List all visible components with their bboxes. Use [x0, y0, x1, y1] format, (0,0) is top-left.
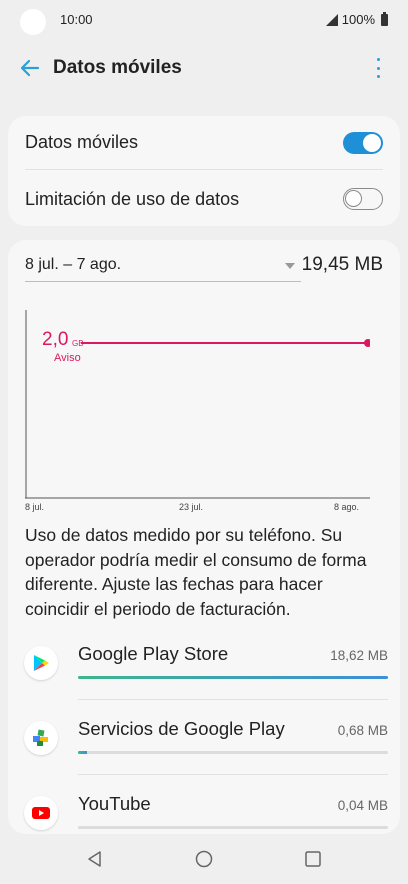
- usage-note: Uso de datos medido por su teléfono. Su …: [25, 525, 367, 619]
- page-title: Datos móviles: [53, 57, 182, 78]
- data-limit-toggle[interactable]: [343, 188, 383, 210]
- period-label: 8 jul. – 7 ago.: [25, 256, 122, 273]
- home-circle-icon[interactable]: [194, 849, 214, 869]
- data-limit-row[interactable]: Limitación de uso de datos: [25, 172, 383, 226]
- status-indicators: 100%: [325, 11, 388, 27]
- warning-value: 2,0: [42, 329, 69, 350]
- back-arrow-icon[interactable]: [16, 54, 44, 82]
- youtube-icon: [24, 796, 58, 830]
- warning-unit: GB: [72, 339, 84, 348]
- app-row-google-play-store[interactable]: Google Play Store 18,62 MB: [20, 626, 388, 700]
- app-usage-bar: [78, 676, 388, 679]
- google-play-services-icon: [24, 721, 58, 755]
- google-play-store-icon: [24, 646, 58, 680]
- period-total: 19,45 MB: [301, 254, 383, 275]
- app-size: 18,62 MB: [330, 648, 388, 663]
- data-limit-label: Limitación de uso de datos: [25, 188, 240, 209]
- warning-label: Aviso: [54, 352, 81, 364]
- warning-handle[interactable]: [364, 339, 370, 347]
- status-notification-dot: [20, 9, 46, 35]
- status-bar: 10:00 100%: [0, 0, 408, 40]
- app-name: Servicios de Google Play: [78, 718, 285, 739]
- app-usage-bar-fill: [78, 676, 388, 679]
- mobile-data-label: Datos móviles: [25, 132, 139, 152]
- app-row-youtube[interactable]: YouTube 0,04 MB: [20, 776, 388, 834]
- app-size: 0,04 MB: [337, 798, 388, 813]
- status-time: 10:00: [60, 12, 93, 27]
- period-dropdown[interactable]: 8 jul. – 7 ago.: [25, 256, 301, 282]
- app-usage-bar-fill: [78, 751, 88, 754]
- dropdown-arrow-icon: [285, 263, 295, 269]
- x-tick-end: 8 ago.: [334, 502, 360, 512]
- app-bar: Datos móviles: [0, 40, 408, 96]
- app-size: 0,68 MB: [337, 723, 388, 738]
- back-triangle-icon[interactable]: [85, 849, 105, 869]
- recents-square-icon[interactable]: [303, 849, 323, 869]
- usage-card: 8 jul. – 7 ago. 19,45 MB 2,0 GB Aviso 8 …: [8, 240, 400, 834]
- app-name: YouTube: [78, 793, 151, 814]
- app-row-google-play-services[interactable]: Servicios de Google Play 0,68 MB: [20, 701, 388, 775]
- x-tick-mid: 23 jul.: [179, 502, 204, 512]
- usage-chart: 2,0 GB Aviso 8 jul. 23 jul. 8 ago.: [25, 310, 370, 512]
- battery-percent: 100%: [341, 12, 375, 27]
- more-options-icon[interactable]: [368, 56, 388, 80]
- mobile-data-row[interactable]: Datos móviles: [25, 116, 383, 170]
- app-usage-bar: [78, 826, 388, 829]
- mobile-data-toggle[interactable]: [343, 131, 383, 154]
- battery-icon: [381, 11, 388, 26]
- app-usage-bar: [78, 751, 388, 754]
- settings-card: Datos móviles Limitación de uso de datos: [8, 116, 400, 226]
- app-name: Google Play Store: [78, 643, 229, 664]
- period-row: 8 jul. – 7 ago. 19,45 MB: [25, 254, 383, 282]
- x-tick-start: 8 jul.: [25, 502, 45, 512]
- navigation-bar: [0, 834, 408, 884]
- signal-icon: [325, 13, 338, 26]
